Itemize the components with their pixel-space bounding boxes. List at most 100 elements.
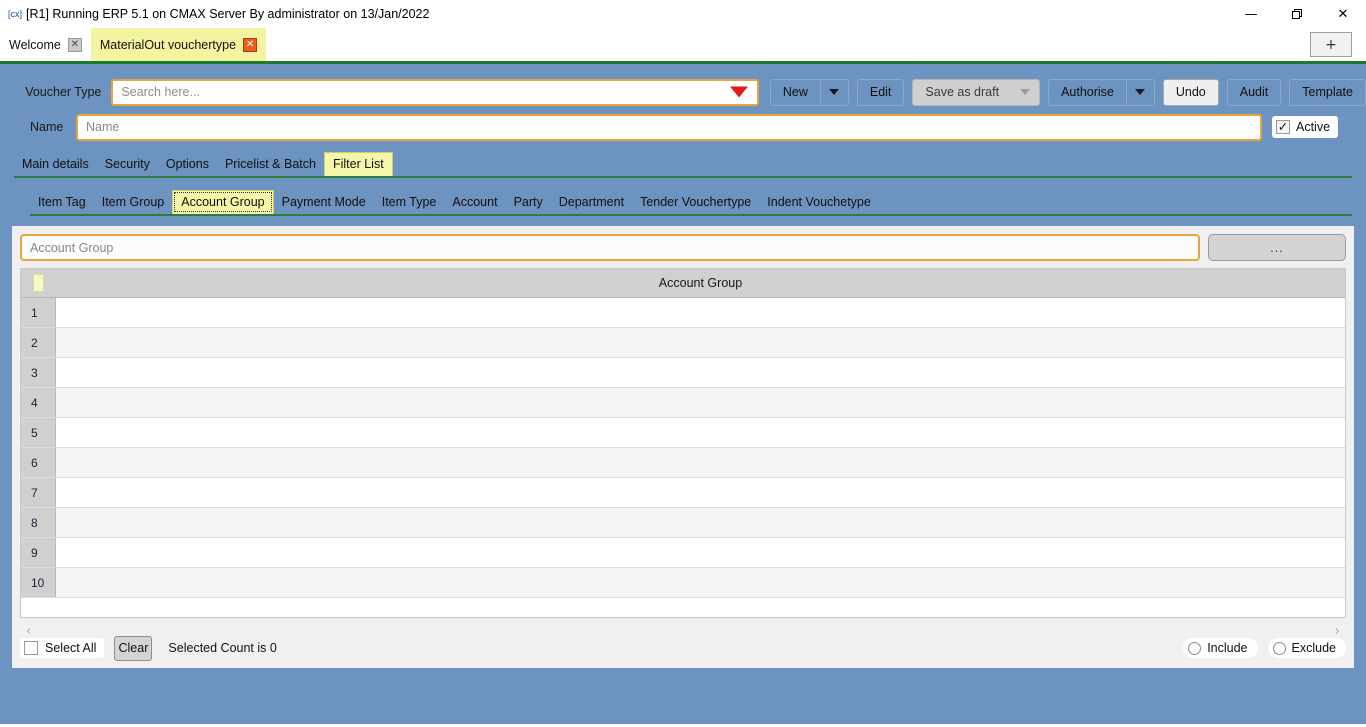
select-all-checkbox[interactable] <box>24 641 38 655</box>
save-as-draft-dropdown-arrow[interactable] <box>1011 80 1039 105</box>
grid-body: 1 2 3 4 5 <box>21 298 1345 598</box>
table-row[interactable]: 5 <box>21 418 1345 448</box>
selected-count-label: Selected Count is 0 <box>168 641 276 655</box>
row-cell-account-group[interactable] <box>56 328 1345 357</box>
voucher-type-search-input[interactable] <box>113 85 756 99</box>
main-tab-row: Main details Security Options Pricelist … <box>14 150 1352 178</box>
row-cell-account-group[interactable] <box>56 418 1345 447</box>
tab-strip: Welcome ✕ MaterialOut vouchertype ✕ + <box>0 28 1366 64</box>
table-row[interactable]: 9 <box>21 538 1345 568</box>
voucher-type-row: Voucher Type New Edit Save as draft Auth… <box>0 64 1366 106</box>
tab-materialout-vouchertype-close-icon[interactable]: ✕ <box>243 38 257 52</box>
minimize-button[interactable]: — <box>1228 0 1274 28</box>
app-icon: [cx] <box>4 9 26 19</box>
chevron-down-icon <box>1020 89 1030 95</box>
select-all-control[interactable]: Select All <box>20 638 104 658</box>
grid-corner-selector[interactable] <box>21 269 56 298</box>
save-as-draft-button[interactable]: Save as draft <box>912 79 1040 106</box>
subtab-account-group[interactable]: Account Group <box>172 190 273 215</box>
row-number: 5 <box>21 418 56 447</box>
table-row[interactable]: 6 <box>21 448 1345 478</box>
subtab-tender-vouchertype[interactable]: Tender Vouchertype <box>632 191 759 215</box>
tab-welcome-close-icon[interactable]: ✕ <box>68 38 82 52</box>
authorise-dropdown-arrow[interactable] <box>1126 80 1154 105</box>
panel-footer: Select All Clear Selected Count is 0 Inc… <box>20 634 1346 662</box>
tab-main-details[interactable]: Main details <box>14 153 97 177</box>
tab-materialout-vouchertype[interactable]: MaterialOut vouchertype ✕ <box>91 28 266 61</box>
close-button[interactable]: ✕ <box>1320 0 1366 28</box>
subtab-item-type[interactable]: Item Type <box>374 191 445 215</box>
row-cell-account-group[interactable] <box>56 568 1345 597</box>
exclude-radio[interactable]: Exclude <box>1268 638 1346 658</box>
subtab-department[interactable]: Department <box>551 191 632 215</box>
subtab-item-group[interactable]: Item Group <box>94 191 173 215</box>
tab-security[interactable]: Security <box>97 153 158 177</box>
row-cell-account-group[interactable] <box>56 538 1345 567</box>
row-number: 9 <box>21 538 56 567</box>
voucher-type-label: Voucher Type <box>0 85 111 99</box>
subtab-item-tag[interactable]: Item Tag <box>30 191 94 215</box>
row-number: 10 <box>21 568 56 597</box>
application-body: Voucher Type New Edit Save as draft Auth… <box>0 64 1366 724</box>
subtab-party[interactable]: Party <box>506 191 551 215</box>
row-cell-account-group[interactable] <box>56 388 1345 417</box>
subtab-account[interactable]: Account <box>444 191 505 215</box>
active-checkbox-wrap[interactable]: ✓ Active <box>1272 116 1338 138</box>
row-cell-account-group[interactable] <box>56 508 1345 537</box>
row-number: 2 <box>21 328 56 357</box>
table-row[interactable]: 3 <box>21 358 1345 388</box>
name-input[interactable] <box>78 120 1260 134</box>
table-row[interactable]: 2 <box>21 328 1345 358</box>
new-button-label: New <box>771 80 820 105</box>
radio-circle-icon <box>1188 642 1201 655</box>
account-group-filter-box[interactable] <box>20 234 1200 261</box>
table-row[interactable]: 10 <box>21 568 1345 598</box>
panel-toolbar: ... <box>20 234 1346 261</box>
chevron-down-icon <box>829 89 839 95</box>
subtab-payment-mode[interactable]: Payment Mode <box>274 191 374 215</box>
account-group-grid[interactable]: Account Group 1 2 3 4 <box>20 268 1346 618</box>
account-group-filter-input[interactable] <box>22 241 1198 255</box>
row-number: 4 <box>21 388 56 417</box>
table-row[interactable]: 8 <box>21 508 1345 538</box>
tab-welcome[interactable]: Welcome ✕ <box>0 28 91 61</box>
restore-icon <box>1292 9 1303 20</box>
authorise-button[interactable]: Authorise <box>1048 79 1155 106</box>
name-label: Name <box>0 120 76 134</box>
audit-button[interactable]: Audit <box>1227 79 1282 106</box>
new-tab-button[interactable]: + <box>1310 32 1352 57</box>
tab-filter-list[interactable]: Filter List <box>324 152 393 177</box>
action-toolbar: New Edit Save as draft Authorise Undo Au… <box>770 79 1366 106</box>
row-number: 6 <box>21 448 56 477</box>
table-row[interactable]: 4 <box>21 388 1345 418</box>
select-all-label: Select All <box>45 641 96 655</box>
row-cell-account-group[interactable] <box>56 298 1345 327</box>
window-controls: — ✕ <box>1228 0 1366 28</box>
browse-ellipsis-button[interactable]: ... <box>1208 234 1346 261</box>
clear-button[interactable]: Clear <box>114 636 152 661</box>
undo-button[interactable]: Undo <box>1163 79 1219 106</box>
include-radio[interactable]: Include <box>1183 638 1257 658</box>
table-row[interactable]: 1 <box>21 298 1345 328</box>
table-row[interactable]: 7 <box>21 478 1345 508</box>
grid-column-header-account-group[interactable]: Account Group <box>56 276 1345 290</box>
new-button[interactable]: New <box>770 79 849 106</box>
authorise-button-label: Authorise <box>1049 80 1126 105</box>
voucher-type-search-box[interactable] <box>111 79 758 106</box>
row-cell-account-group[interactable] <box>56 478 1345 507</box>
row-cell-account-group[interactable] <box>56 358 1345 387</box>
tab-pricelist-and-batch[interactable]: Pricelist & Batch <box>217 153 324 177</box>
filter-sub-tab-row: Item Tag Item Group Account Group Paymen… <box>30 188 1352 216</box>
template-button[interactable]: Template <box>1289 79 1366 106</box>
chevron-down-icon[interactable] <box>730 87 748 98</box>
edit-button[interactable]: Edit <box>857 79 905 106</box>
maximize-restore-button[interactable] <box>1274 0 1320 28</box>
active-checkbox[interactable]: ✓ <box>1276 120 1290 134</box>
account-group-panel: ... Account Group 1 2 3 <box>12 226 1354 668</box>
window-title: [R1] Running ERP 5.1 on CMAX Server By a… <box>26 7 429 21</box>
name-input-box[interactable] <box>76 114 1262 141</box>
new-dropdown-arrow[interactable] <box>820 80 848 105</box>
tab-options[interactable]: Options <box>158 153 217 177</box>
subtab-indent-vouchetype[interactable]: Indent Vouchetype <box>759 191 879 215</box>
row-cell-account-group[interactable] <box>56 448 1345 477</box>
